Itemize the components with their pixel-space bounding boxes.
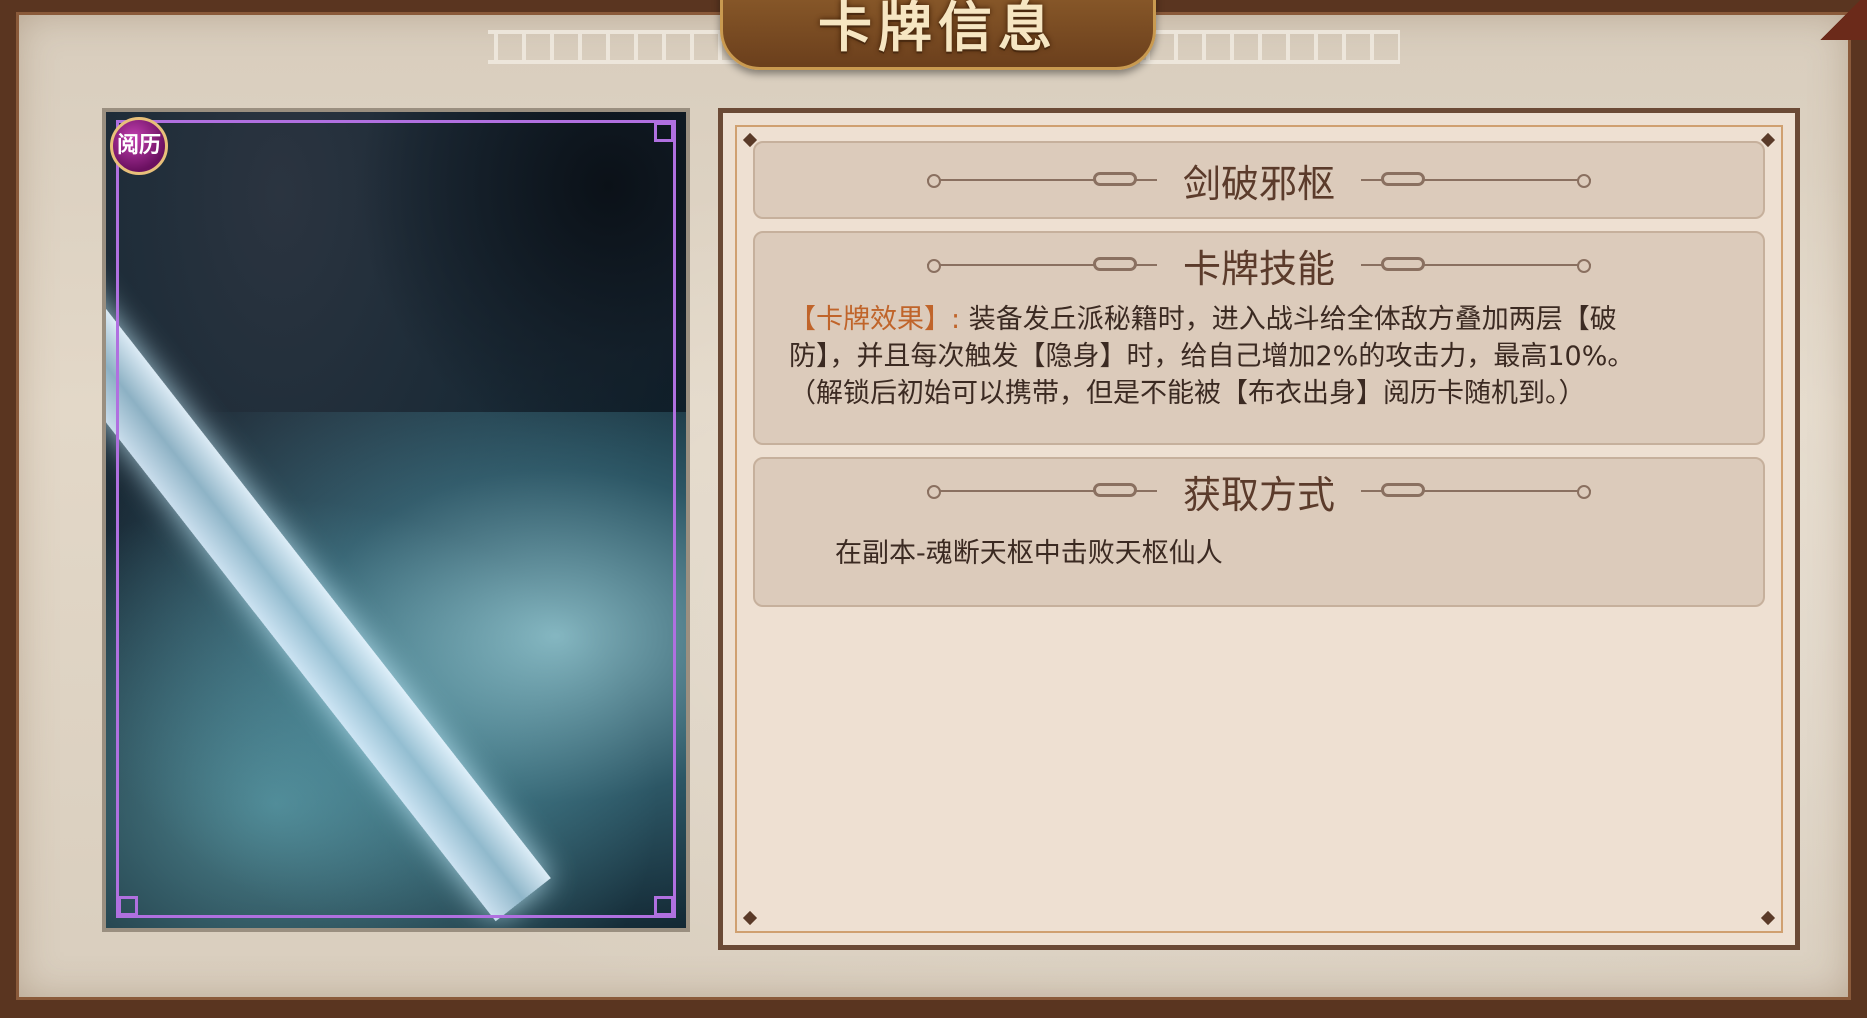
window-title: 卡牌信息 (818, 0, 1058, 59)
acquire-header: 获取方式 (1182, 472, 1335, 517)
skill-description: 【卡牌效果】: 装备发丘派秘籍时，进入战斗给全体敌方叠加两层【破 防】，并且每次… (755, 297, 1763, 412)
corner-ornament (118, 896, 138, 916)
effect-line-2: 防】，并且每次触发【隐身】时，给自己增加2%的攻击力，最高10%。 (789, 341, 1635, 372)
scroll-ornament-icon (926, 471, 1157, 511)
skill-header: 卡牌技能 (1182, 246, 1335, 291)
scroll-ornament-icon (1361, 160, 1591, 200)
acquire-section: 获取方式 在副本-魂断天枢中击败天枢仙人 (753, 457, 1765, 607)
scroll-ornament-icon (926, 160, 1157, 200)
card-skill-section: 卡牌技能 【卡牌效果】: 装备发丘派秘籍时，进入战斗给全体敌方叠加两层【破 防】… (753, 231, 1765, 445)
scroll-ornament-icon (1361, 245, 1591, 285)
card-name: 剑破邪枢 (1182, 161, 1335, 206)
effect-line-1: 装备发丘派秘籍时，进入战斗给全体敌方叠加两层【破 (968, 304, 1617, 335)
card-info-panel: 剑破邪枢 卡牌技能 【卡牌效果】: 装备发丘派秘籍时，进入战斗给全体敌方叠加两层… (718, 108, 1800, 950)
scroll-ornament-icon (926, 245, 1157, 285)
card-rarity-border (116, 120, 676, 918)
card-name-section: 剑破邪枢 (753, 141, 1765, 219)
effect-line-3: （解锁后初始可以携带，但是不能被【布衣出身】阅历卡随机到。） (789, 378, 1586, 409)
close-icon[interactable] (1813, 0, 1867, 40)
corner-ornament (654, 896, 674, 916)
title-ornament-right (1140, 30, 1400, 64)
effect-tag: 【卡牌效果】 (789, 304, 951, 335)
corner-ornament (654, 122, 674, 142)
acquire-description: 在副本-魂断天枢中击败天枢仙人 (835, 538, 1223, 569)
scroll-ornament-icon (1361, 471, 1591, 511)
title-banner: 卡牌信息 (720, 0, 1156, 70)
card-artwork (102, 108, 690, 932)
effect-separator: : (951, 304, 961, 335)
title-ornament-left (488, 30, 748, 64)
card-type-badge: 阅历 (110, 117, 168, 175)
